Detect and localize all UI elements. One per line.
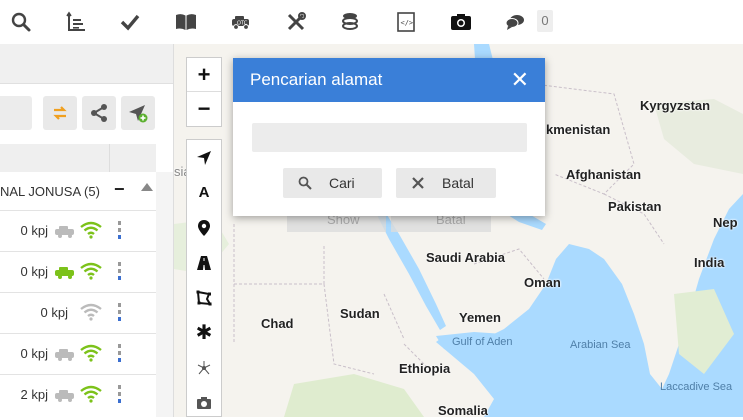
- collapse-group-button[interactable]: −: [114, 179, 125, 200]
- dialog-header: Pencarian alamat ✕: [233, 58, 545, 102]
- tools-icon[interactable]: [284, 10, 308, 34]
- map-tools: A ✱: [186, 139, 222, 417]
- search-button-label: Cari: [329, 175, 355, 191]
- check-icon[interactable]: [118, 10, 142, 34]
- map-label-gulf-of-aden: Gulf of Aden: [452, 336, 513, 348]
- add-send-button[interactable]: [121, 96, 155, 130]
- code-file-icon[interactable]: </>: [394, 10, 418, 34]
- signal-icon: [80, 303, 102, 326]
- svg-text:OTC: OTC: [237, 21, 248, 27]
- vehicle-status-icon: [54, 389, 76, 407]
- address-search-input[interactable]: [252, 123, 527, 152]
- map-label-india: India: [694, 255, 725, 270]
- coins-icon[interactable]: [338, 10, 362, 34]
- vehicle-status-icon: [54, 266, 76, 284]
- search-icon: [293, 176, 317, 190]
- map-label-afghanistan: Afghanistan: [566, 167, 642, 182]
- row-menu-icon[interactable]: [117, 221, 123, 241]
- vehicle-speed: 2 kpj: [20, 387, 48, 402]
- vehicle-list-panel: NAL JONUSA (5) − 0 kpj 0 kpj 0 kpj 0 kpj 2 k…: [0, 44, 174, 417]
- column-divider: [109, 144, 110, 172]
- zoom-controls: + −: [186, 57, 222, 127]
- cancel-button[interactable]: Batal: [396, 168, 496, 198]
- map-label-ethiopia: Ethiopia: [399, 361, 451, 376]
- map-label-sudan: Sudan: [340, 306, 380, 321]
- polygon-icon[interactable]: [187, 280, 221, 315]
- vehicle-row[interactable]: 0 kpj: [0, 292, 156, 332]
- map-label-laccadive-sea: Laccadive Sea: [660, 381, 733, 393]
- close-icon: [406, 176, 430, 190]
- vehicle-search-input[interactable]: [0, 96, 32, 130]
- vehicle-speed: 0 kpj: [40, 305, 68, 320]
- map-label-saudi-arabia: Saudi Arabia: [426, 250, 505, 265]
- map-label-nepal: Nep: [713, 215, 738, 230]
- map-label-turkmenistan: kmenistan: [546, 122, 611, 137]
- column-header: [0, 144, 156, 172]
- pin-icon[interactable]: [187, 210, 221, 245]
- vehicle-status-icon: [54, 348, 76, 366]
- map-label-pakistan: Pakistan: [608, 199, 662, 214]
- vehicle-speed: 0 kpj: [20, 264, 48, 279]
- asterisk-icon[interactable]: ✱: [187, 315, 221, 350]
- row-menu-icon[interactable]: [117, 344, 123, 364]
- vehicle-speed: 0 kpj: [20, 346, 48, 361]
- vehicle-row[interactable]: 2 kpj: [0, 374, 156, 414]
- refresh-button[interactable]: [43, 96, 77, 130]
- scroll-up-arrow-icon[interactable]: [141, 183, 153, 191]
- map-camera-icon[interactable]: [187, 385, 221, 420]
- map-label-oman: Oman: [524, 275, 561, 290]
- address-search-dialog: Pencarian alamat ✕ Cari Batal: [233, 58, 545, 216]
- zoom-in-button[interactable]: +: [187, 58, 221, 92]
- vehicle-speed: 0 kpj: [20, 223, 48, 238]
- group-label: NAL JONUSA (5): [0, 184, 100, 199]
- map-label-somalia: Somalia: [438, 403, 488, 417]
- signal-icon: [80, 344, 102, 367]
- close-icon[interactable]: ✕: [511, 67, 529, 93]
- panel-header: [0, 44, 173, 84]
- dialog-title: Pencarian alamat: [250, 70, 383, 89]
- scrollbar[interactable]: [156, 172, 173, 417]
- road-icon[interactable]: [187, 245, 221, 280]
- chat-icon[interactable]: [503, 10, 527, 34]
- search-icon[interactable]: [9, 10, 33, 34]
- signal-icon: [80, 385, 102, 408]
- map-label-arabian-sea: Arabian Sea: [570, 339, 631, 351]
- axis-chart-icon[interactable]: [64, 10, 88, 34]
- vehicle-icon[interactable]: OTC: [229, 10, 253, 34]
- row-menu-icon[interactable]: [117, 262, 123, 282]
- top-toolbar: OTC </> 0: [0, 0, 743, 44]
- map-label-chad: Chad: [261, 316, 294, 331]
- vehicle-row[interactable]: 0 kpj: [0, 251, 156, 291]
- map-label-yemen: Yemen: [459, 310, 501, 325]
- row-menu-icon[interactable]: [117, 303, 123, 323]
- vehicle-row[interactable]: 0 kpj: [0, 210, 156, 250]
- network-icon[interactable]: [187, 350, 221, 385]
- message-count-badge: 0: [537, 10, 553, 32]
- share-button[interactable]: [82, 96, 116, 130]
- vehicle-group[interactable]: NAL JONUSA (5) −: [0, 179, 156, 202]
- cancel-button-label: Batal: [442, 175, 474, 191]
- vehicle-row[interactable]: 0 kpj: [0, 333, 156, 373]
- search-button[interactable]: Cari: [283, 168, 382, 198]
- zoom-out-button[interactable]: −: [187, 92, 221, 126]
- navigate-icon[interactable]: [187, 140, 221, 175]
- camera-icon[interactable]: [449, 10, 473, 34]
- signal-icon: [80, 262, 102, 285]
- signal-icon: [80, 221, 102, 244]
- svg-text:</>: </>: [401, 19, 414, 27]
- text-icon[interactable]: A: [187, 175, 221, 210]
- map-label-kyrgyzstan: Kyrgyzstan: [640, 98, 711, 113]
- row-menu-icon[interactable]: [117, 385, 123, 405]
- book-icon[interactable]: [174, 10, 198, 34]
- vehicle-status-icon: [54, 225, 76, 243]
